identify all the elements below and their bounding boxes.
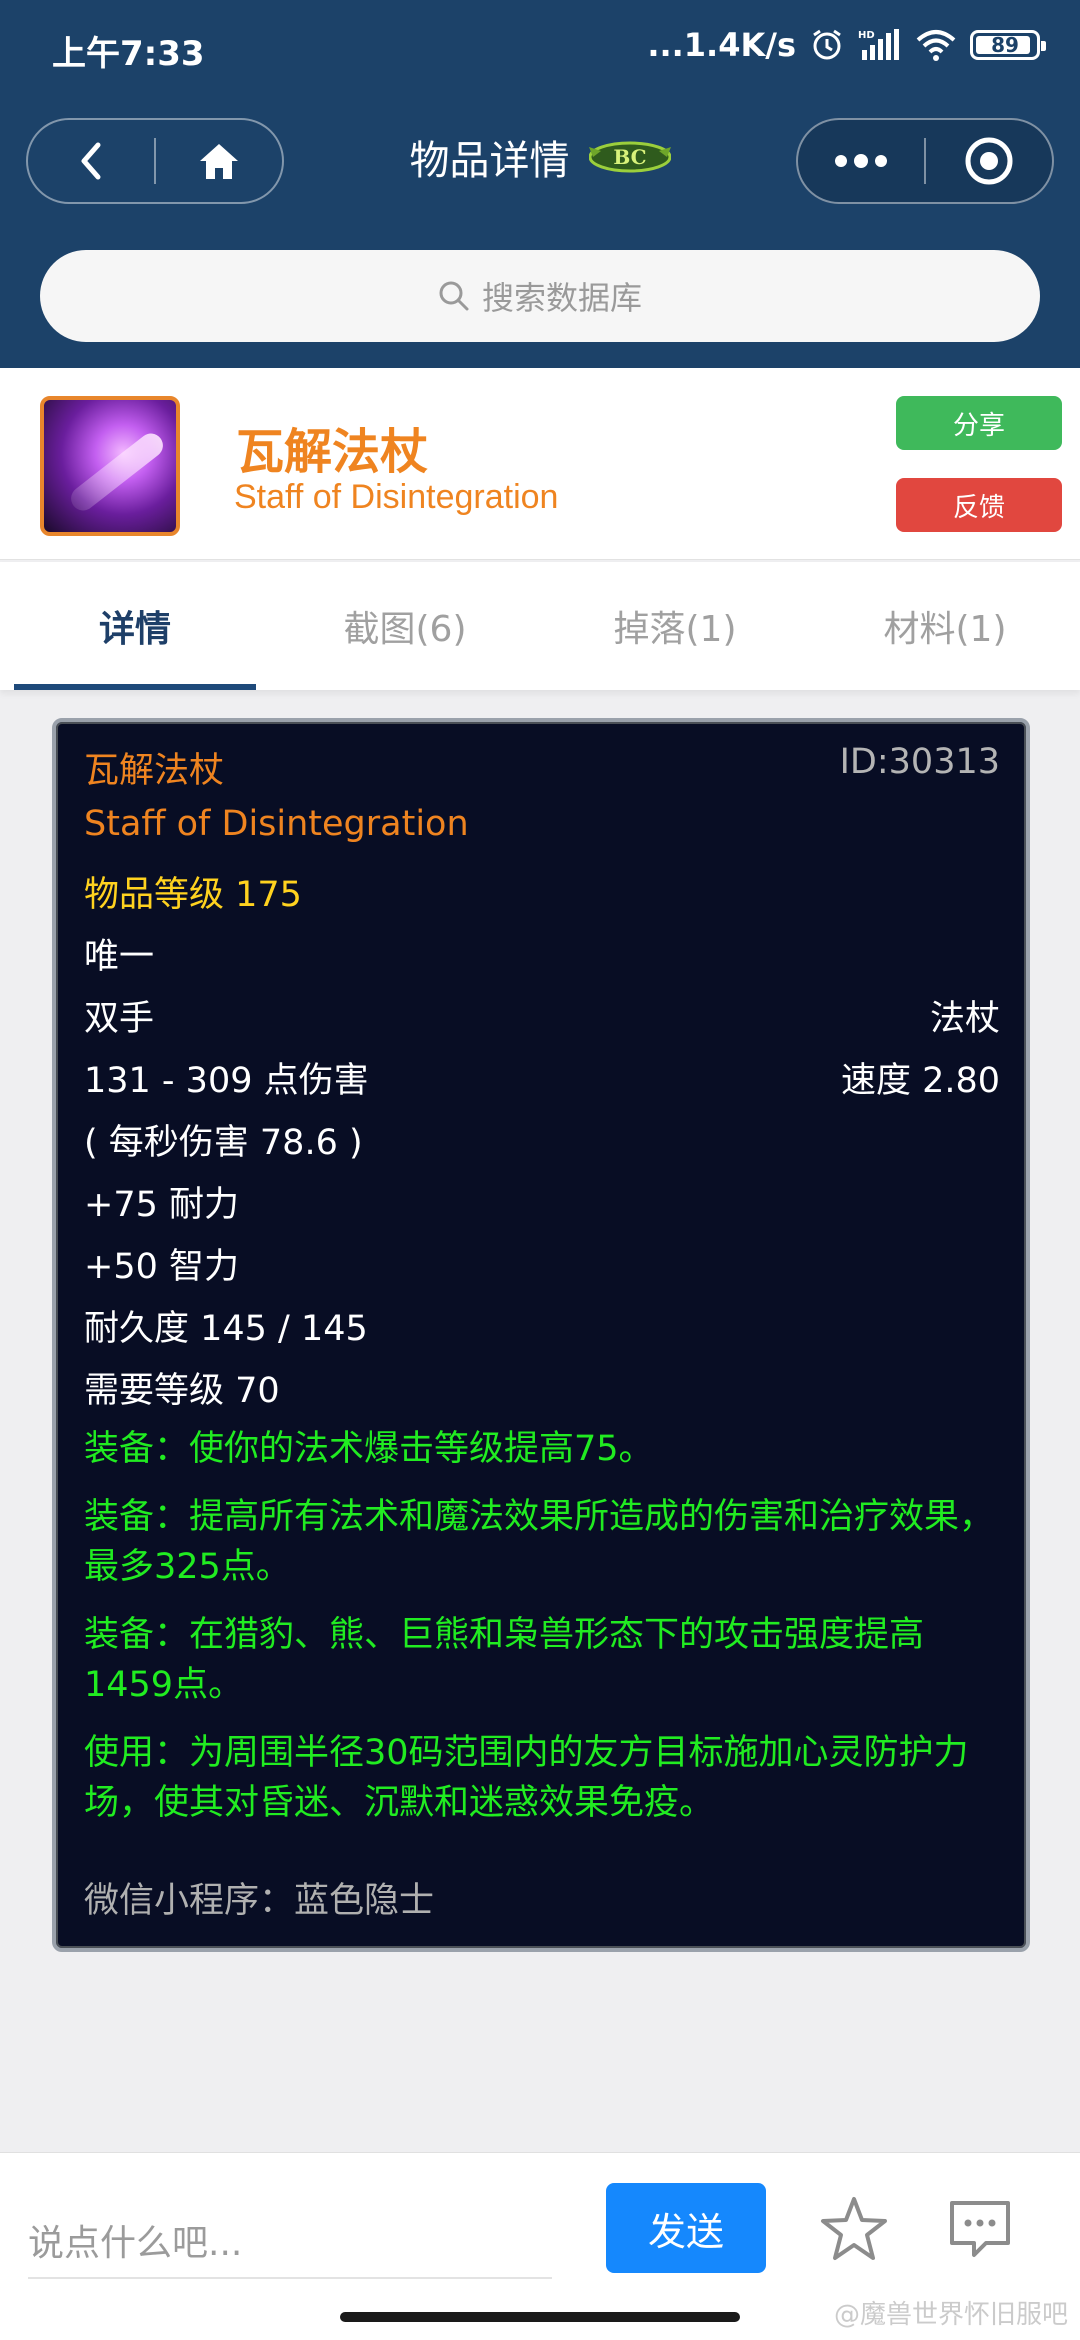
tooltip-item-level: 物品等级 175 xyxy=(84,875,302,915)
tooltip-damage: 131 - 309 点伤害 xyxy=(84,1061,369,1101)
battery-level: 89 xyxy=(991,33,1019,57)
tooltip-unique: 唯一 xyxy=(84,937,155,977)
tab-details[interactable]: 详情 xyxy=(0,562,270,690)
tooltip-durability: 耐久度 145 / 145 xyxy=(84,1309,368,1349)
search-placeholder: 搜索数据库 xyxy=(481,279,642,317)
wifi-icon xyxy=(916,30,956,61)
network-speed: ...1.4K/s xyxy=(647,26,796,64)
staff-item-icon xyxy=(40,396,180,536)
page: 上午7:33 ...1.4K/s HD 89 物品详情 BC 搜索数据库 瓦解法… xyxy=(0,0,1080,2340)
item-name-en: Staff of Disintegration xyxy=(234,478,559,516)
more-button[interactable] xyxy=(798,120,924,202)
tab-materials[interactable]: 材料(1) xyxy=(810,562,1080,690)
item-tooltip: 瓦解法杖 ID:30313 Staff of Disintegration 物品… xyxy=(52,718,1030,1952)
tooltip-effect-use: 使用：为周围半径30码范围内的友方目标施加心灵防护力场，使其对昏迷、沉默和迷惑效… xyxy=(84,1733,969,1823)
status-time: 上午7:33 xyxy=(52,34,205,74)
search-bar[interactable]: 搜索数据库 xyxy=(40,250,1040,342)
tooltip-stamina: +75 耐力 xyxy=(84,1185,239,1225)
search-icon xyxy=(439,281,469,311)
tab-screenshots[interactable]: 截图(6) xyxy=(270,562,540,690)
alarm-icon xyxy=(813,29,841,60)
tooltip-dps: ( 每秒伤害 78.6 ) xyxy=(84,1123,363,1163)
tooltip-name-en: Staff of Disintegration xyxy=(84,804,469,844)
tooltip-effect-spellpower: 装备：提高所有法术和魔法效果所造成的伤害和治疗效果，最多325点。 xyxy=(84,1497,995,1587)
close-miniprogram-button[interactable] xyxy=(926,120,1052,202)
message-icon[interactable] xyxy=(944,2193,1016,2265)
tooltip-item-id: ID:30313 xyxy=(839,742,1000,782)
send-button[interactable]: 发送 xyxy=(606,2183,766,2273)
tab-drops[interactable]: 掉落(1) xyxy=(540,562,810,690)
item-name-cn: 瓦解法杖 xyxy=(236,424,429,480)
tooltip-speed: 速度 2.80 xyxy=(840,1061,1000,1101)
more-dots-icon xyxy=(835,154,887,168)
hd-signal-icon: HD xyxy=(858,29,899,60)
battery-icon: 89 xyxy=(970,30,1046,60)
tooltip-slot: 双手 xyxy=(84,999,155,1039)
tooltip-intellect: +50 智力 xyxy=(84,1247,239,1287)
watermark: @魔兽世界怀旧服吧 xyxy=(833,2300,1068,2330)
bc-logo-text: BC xyxy=(613,145,646,169)
bc-logo-icon: BC xyxy=(588,141,671,173)
page-title: 物品详情 xyxy=(409,138,570,184)
status-indicators: ...1.4K/s HD 89 xyxy=(647,26,1046,64)
staff-glow xyxy=(66,428,168,516)
tooltip-type: 法杖 xyxy=(929,999,1000,1039)
tooltip-footer: 微信小程序：蓝色隐士 xyxy=(84,1881,435,1921)
tooltip-required-level: 需要等级 70 xyxy=(84,1371,280,1411)
nav-capsule-right xyxy=(796,118,1054,204)
item-header: 瓦解法杖 Staff of Disintegration 分享 反馈 xyxy=(0,368,1080,560)
comment-input[interactable]: 说点什么吧... xyxy=(28,2203,552,2279)
tooltip-effect-feral-ap: 装备：在猎豹、熊、巨熊和枭兽形态下的攻击强度提高1459点。 xyxy=(84,1615,925,1705)
target-circle-icon xyxy=(965,137,1013,185)
share-button[interactable]: 分享 xyxy=(896,396,1062,450)
star-icon[interactable] xyxy=(818,2193,890,2265)
tooltip-name-cn: 瓦解法杖 xyxy=(84,751,225,791)
svg-text:HD: HD xyxy=(858,30,875,41)
feedback-button[interactable]: 反馈 xyxy=(896,478,1062,532)
app-header: 上午7:33 ...1.4K/s HD 89 物品详情 BC 搜索数据库 xyxy=(0,0,1080,368)
home-indicator[interactable] xyxy=(340,2312,740,2322)
tab-bar: 详情 截图(6) 掉落(1) 材料(1) xyxy=(0,562,1080,690)
status-bar: 上午7:33 ...1.4K/s HD 89 xyxy=(0,0,1080,100)
tooltip-effect-crit: 装备：使你的法术爆击等级提高75。 xyxy=(84,1429,654,1469)
